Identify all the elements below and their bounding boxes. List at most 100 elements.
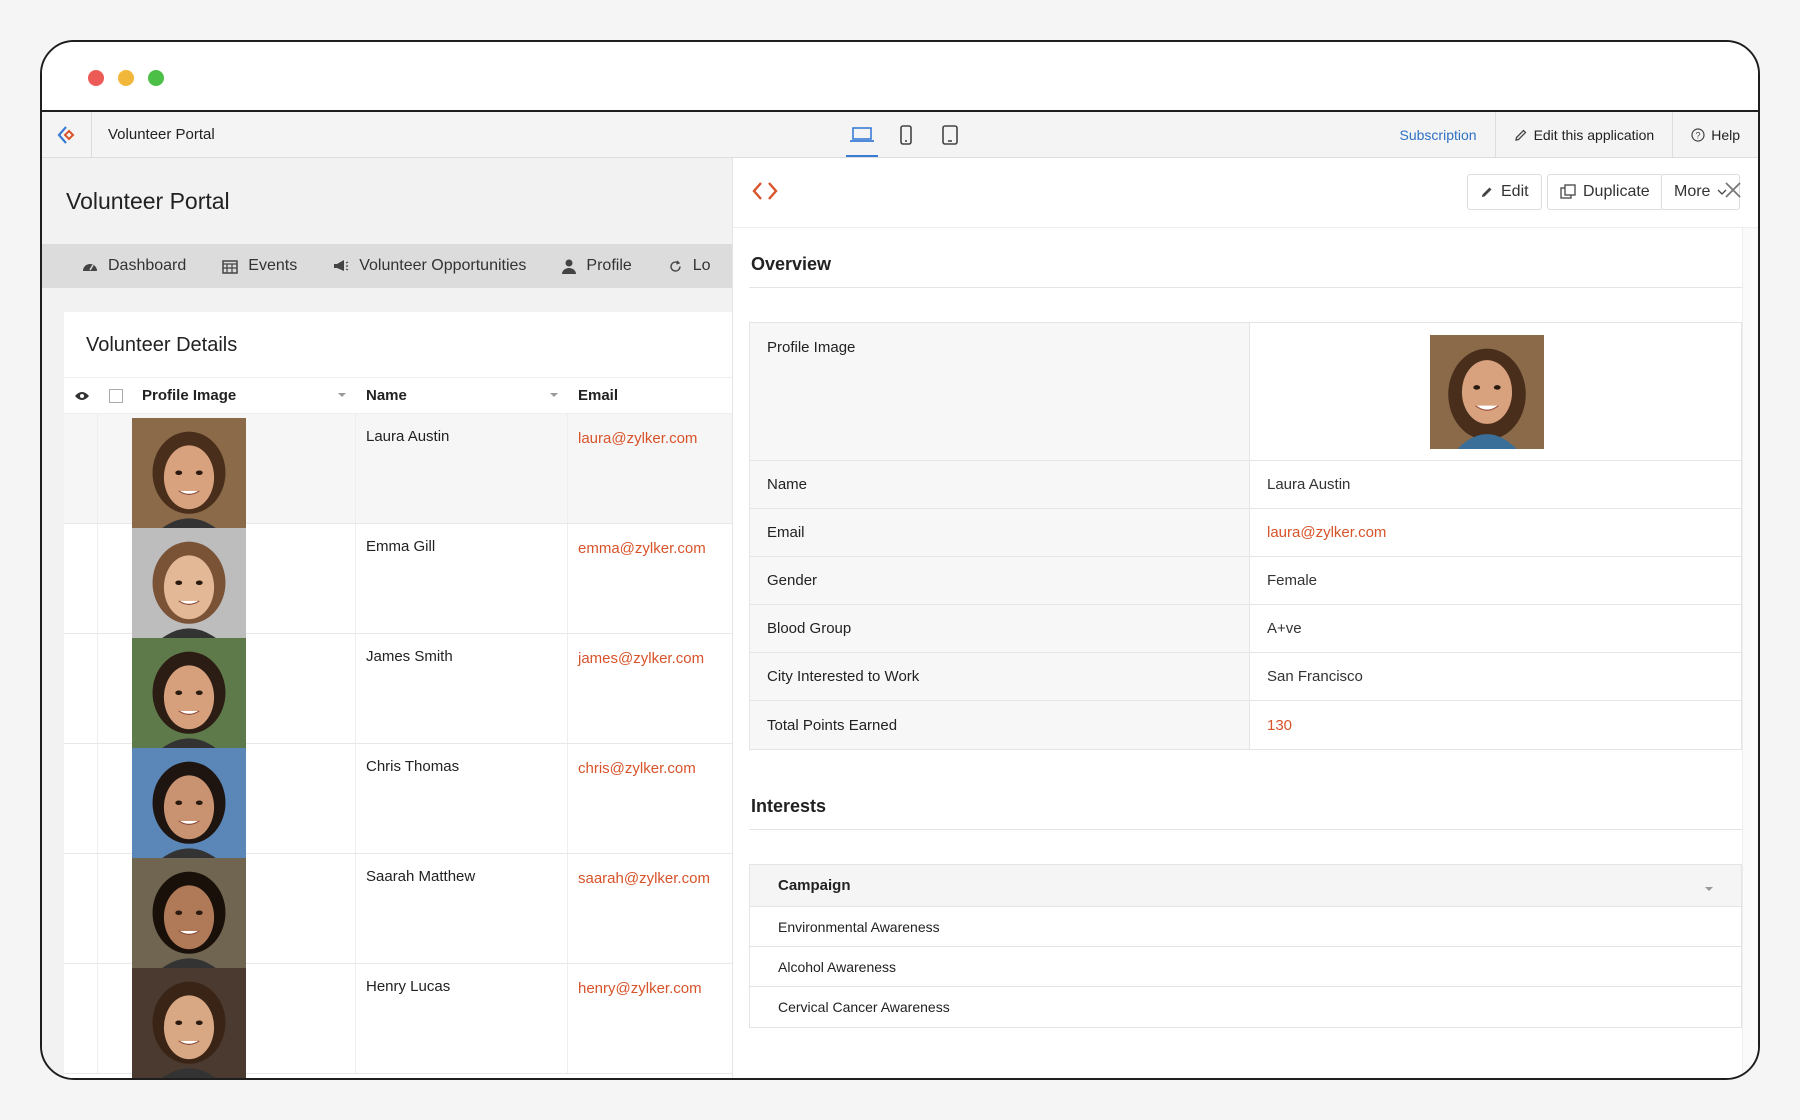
record-detail-pane: Edit Duplicate More Overview Profile Ima…: [732, 158, 1758, 1078]
field-value: San Francisco: [1267, 668, 1363, 685]
sort-caret-icon[interactable]: [550, 393, 558, 397]
nav-dashboard[interactable]: Dashboard: [82, 257, 186, 275]
profile-image-cell: [132, 744, 356, 862]
avatar: [132, 638, 246, 752]
field-label: Total Points Earned: [750, 701, 1250, 749]
detail-toolbar: Edit Duplicate More: [733, 158, 1758, 228]
nav-dashboard-label: Dashboard: [108, 257, 187, 274]
column-header-name[interactable]: Name: [356, 387, 568, 404]
field-value: [1250, 323, 1741, 460]
table-row[interactable]: Emma Gill emma@zylker.com: [64, 524, 744, 642]
email-link[interactable]: saarah@zylker.com: [568, 854, 720, 963]
more-actions-label: More: [1674, 183, 1711, 200]
email-link[interactable]: emma@zylker.com: [568, 524, 716, 633]
field-row-points: Total Points Earned 130: [750, 701, 1741, 749]
name-cell: James Smith: [356, 634, 568, 743]
close-detail-button[interactable]: [1724, 180, 1742, 204]
column-profile-image-label: Profile Image: [142, 387, 237, 404]
refresh-icon: [670, 260, 681, 272]
select-all-checkbox[interactable]: [109, 388, 123, 403]
help-label: Help: [1711, 126, 1740, 143]
email-link[interactable]: laura@zylker.com: [1250, 509, 1741, 556]
app-logo-icon[interactable]: [42, 112, 92, 157]
duplicate-icon: [1560, 184, 1576, 199]
pencil-icon: [1514, 129, 1526, 141]
column-header-profile-image[interactable]: Profile Image: [132, 387, 356, 404]
sort-caret-icon[interactable]: [1705, 886, 1713, 891]
interests-column-header[interactable]: Campaign: [750, 865, 1741, 907]
row-visibility-cell: [64, 634, 98, 743]
email-link[interactable]: james@zylker.com: [568, 634, 714, 743]
name-cell: Henry Lucas: [356, 964, 568, 1073]
field-row-profile-image: Profile Image: [750, 323, 1741, 461]
table-row[interactable]: Chris Thomas chris@zylker.com: [64, 744, 744, 862]
name-cell: Emma Gill: [356, 524, 568, 633]
close-icon: [1725, 182, 1741, 198]
detail-scrollbar[interactable]: [1742, 228, 1758, 1078]
table-row[interactable]: Saarah Matthew saarah@zylker.com: [64, 854, 744, 972]
duplicate-record-button[interactable]: Duplicate: [1547, 174, 1663, 210]
close-window-button[interactable]: [88, 70, 104, 86]
minimize-window-button[interactable]: [118, 70, 134, 86]
field-row-email: Email laura@zylker.com: [750, 509, 1741, 557]
column-visibility-button[interactable]: [64, 391, 100, 401]
interest-row: Cervical Cancer Awareness: [778, 999, 950, 1015]
row-checkbox-cell[interactable]: [98, 744, 132, 853]
subscription-link[interactable]: Subscription: [1382, 112, 1495, 157]
edit-application-label: Edit this application: [1533, 126, 1655, 143]
nav-log-label: Lo: [692, 257, 711, 274]
profile-photo[interactable]: [1430, 334, 1544, 449]
tablet-view-button[interactable]: [928, 112, 972, 157]
overview-heading: Overview: [751, 254, 832, 274]
profile-image-cell: [132, 414, 356, 532]
help-icon: ?: [1691, 127, 1705, 142]
maximize-window-button[interactable]: [148, 70, 164, 86]
svg-text:?: ?: [1696, 130, 1701, 140]
profile-image-cell: [132, 524, 356, 642]
table-row[interactable]: Henry Lucas henry@zylker.com: [64, 964, 744, 1078]
eye-icon: [75, 391, 89, 400]
edit-record-label: Edit: [1501, 183, 1529, 200]
app-title: Volunteer Portal: [108, 126, 215, 143]
help-button[interactable]: ? Help: [1672, 112, 1758, 157]
row-checkbox-cell[interactable]: [98, 634, 132, 743]
user-icon: [562, 259, 577, 274]
field-value: Laura Austin: [1267, 476, 1351, 493]
desktop-view-button[interactable]: [840, 112, 884, 157]
email-link[interactable]: henry@zylker.com: [568, 964, 712, 1073]
field-value: A+ve: [1267, 620, 1302, 637]
mobile-view-button[interactable]: [884, 112, 928, 157]
field-row-city: City Interested to Work San Francisco: [750, 653, 1741, 701]
profile-image-cell: [132, 964, 356, 1078]
field-row-name: Name Laura Austin: [750, 461, 1741, 509]
email-link[interactable]: chris@zylker.com: [568, 744, 706, 853]
column-name-label: Name: [366, 387, 407, 404]
edit-application-button[interactable]: Edit this application: [1494, 112, 1673, 157]
nav-events[interactable]: Events: [222, 257, 297, 275]
table-row[interactable]: Laura Austin laura@zylker.com: [64, 414, 744, 532]
row-checkbox-cell[interactable]: [98, 854, 132, 963]
row-visibility-cell: [64, 414, 98, 523]
table-row[interactable]: James Smith james@zylker.com: [64, 634, 744, 752]
points-link[interactable]: 130: [1250, 701, 1741, 749]
row-checkbox-cell[interactable]: [98, 964, 132, 1073]
duplicate-record-label: Duplicate: [1583, 183, 1650, 200]
field-label: Profile Image: [750, 323, 1250, 460]
phone-icon: [900, 124, 912, 145]
field-row-gender: Gender Female: [750, 557, 1741, 605]
sort-caret-icon[interactable]: [338, 393, 346, 397]
interest-row: Alcohol Awareness: [750, 947, 1741, 987]
nav-volunteer-opportunities[interactable]: Volunteer Opportunities: [333, 257, 526, 275]
edit-record-button[interactable]: Edit: [1467, 174, 1542, 210]
name-cell: Laura Austin: [356, 414, 568, 523]
row-visibility-cell: [64, 964, 98, 1073]
code-view-icon[interactable]: [751, 180, 779, 207]
row-checkbox-cell[interactable]: [98, 414, 132, 523]
nav-log[interactable]: Lo: [668, 257, 711, 275]
nav-profile[interactable]: Profile: [562, 257, 632, 275]
email-link[interactable]: laura@zylker.com: [568, 414, 707, 523]
column-header-email[interactable]: Email: [568, 387, 618, 404]
row-checkbox-cell[interactable]: [98, 524, 132, 633]
field-value: Female: [1267, 572, 1318, 589]
laptop-icon: [850, 126, 874, 142]
